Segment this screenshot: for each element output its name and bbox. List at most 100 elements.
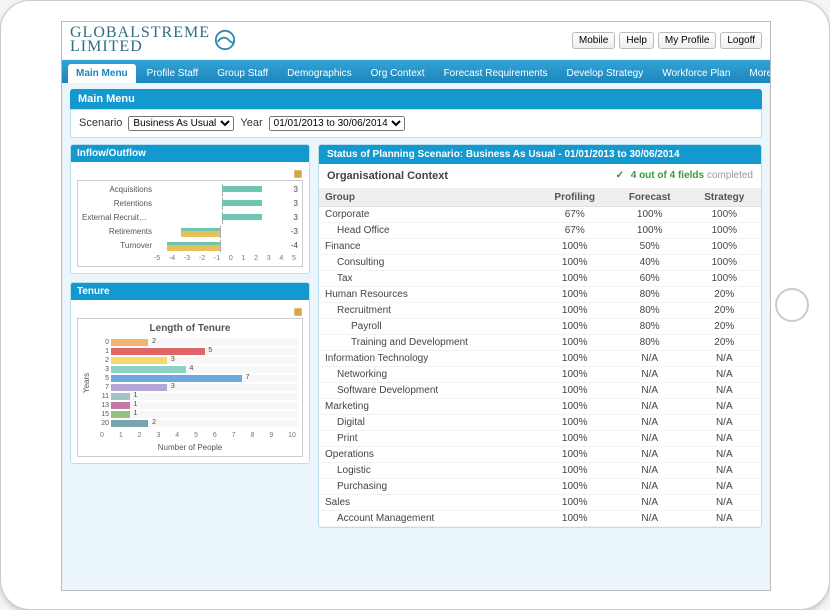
card-action-icon[interactable] [293, 169, 303, 179]
value-cell: N/A [612, 366, 688, 382]
table-row[interactable]: Digital100%N/AN/A [319, 414, 761, 430]
tenure-cat: 1 [95, 348, 109, 355]
status-title: Status of Planning Scenario: Business As… [319, 145, 761, 164]
year-select[interactable]: 01/01/2013 to 30/06/2014 [269, 116, 405, 131]
tab-group-staff[interactable]: Group Staff [209, 64, 276, 83]
tenure-row: 131 [95, 401, 298, 410]
group-cell: Account Management [319, 510, 538, 526]
main-tabs: Main MenuProfile StaffGroup StaffDemogra… [62, 60, 770, 83]
tenure-row: 15 [95, 347, 298, 356]
tab-develop-strategy[interactable]: Develop Strategy [559, 64, 652, 83]
header-btn-help[interactable]: Help [619, 32, 654, 49]
status-table: GroupProfilingForecastStrategy Corporate… [319, 189, 761, 527]
tab-demographics[interactable]: Demographics [279, 64, 359, 83]
header-btn-mobile[interactable]: Mobile [572, 32, 615, 49]
value-cell: 100% [538, 414, 612, 430]
tenure-row: 73 [95, 383, 298, 392]
value-cell: N/A [612, 382, 688, 398]
card-action-icon[interactable] [293, 307, 303, 317]
table-row[interactable]: Logistic100%N/AN/A [319, 462, 761, 478]
tab-workforce-plan[interactable]: Workforce Plan [654, 64, 738, 83]
page-title: Main Menu [70, 89, 762, 109]
inflow-outflow-card: Inflow/Outflow Acquisitions3Retentions3E… [70, 144, 310, 274]
value-cell: 80% [612, 286, 688, 302]
table-row[interactable]: Head Office67%100%100% [319, 222, 761, 238]
tenure-row: 34 [95, 365, 298, 374]
table-row[interactable]: Purchasing100%N/AN/A [319, 478, 761, 494]
value-cell: 100% [538, 350, 612, 366]
table-row[interactable]: Recruitment100%80%20% [319, 302, 761, 318]
value-cell: 80% [612, 318, 688, 334]
col-forecast: Forecast [612, 189, 688, 207]
tab-main-menu[interactable]: Main Menu [68, 64, 136, 83]
value-cell: 100% [688, 222, 761, 238]
status-progress: ✓ 4 out of 4 fields completed [616, 170, 753, 181]
value-cell: 100% [538, 478, 612, 494]
table-row[interactable]: Finance100%50%100% [319, 238, 761, 254]
scenario-select[interactable]: Business As Usual [128, 116, 234, 131]
year-label: Year [240, 117, 262, 129]
group-cell: Software Development [319, 382, 538, 398]
page-body: Main Menu Scenario Business As Usual Yea… [62, 83, 770, 590]
bar-label: Retentions [82, 199, 152, 208]
table-row[interactable]: Operations100%N/AN/A [319, 446, 761, 462]
value-cell: 20% [688, 318, 761, 334]
tenure-row: 02 [95, 338, 298, 347]
table-row[interactable]: Networking100%N/AN/A [319, 366, 761, 382]
group-cell: Human Resources [319, 286, 538, 302]
table-row[interactable]: Tax100%60%100% [319, 270, 761, 286]
value-cell: 50% [612, 238, 688, 254]
value-cell: 80% [612, 302, 688, 318]
group-cell: Sales [319, 494, 538, 510]
inflow-row: Retentions3 [82, 199, 298, 209]
group-cell: Information Technology [319, 350, 538, 366]
tab-profile-staff[interactable]: Profile Staff [139, 64, 207, 83]
inflow-row: Acquisitions3 [82, 185, 298, 195]
status-panel: Status of Planning Scenario: Business As… [318, 144, 762, 528]
bar-track [154, 228, 287, 236]
tenure-cat: 2 [95, 357, 109, 364]
table-row[interactable]: Account Management100%N/AN/A [319, 510, 761, 526]
brand-line2: LIMITED [70, 38, 143, 55]
group-cell: Head Office [319, 222, 538, 238]
value-cell: 100% [538, 318, 612, 334]
group-cell: Tax [319, 270, 538, 286]
scenario-label: Scenario [79, 117, 122, 129]
tablet-home-button[interactable] [775, 288, 809, 322]
bar-value: 3 [294, 213, 298, 222]
header-btn-my-profile[interactable]: My Profile [658, 32, 716, 49]
value-cell: 20% [688, 302, 761, 318]
value-cell: 100% [538, 334, 612, 350]
table-row[interactable]: Payroll100%80%20% [319, 318, 761, 334]
table-row[interactable]: Sales100%N/AN/A [319, 494, 761, 510]
status-subheader: Organisational Context ✓ 4 out of 4 fiel… [319, 164, 761, 189]
value-cell: N/A [688, 350, 761, 366]
tenure-cat: 15 [95, 411, 109, 418]
table-row[interactable]: Human Resources100%80%20% [319, 286, 761, 302]
tab-more-modules[interactable]: More Modules [741, 64, 771, 83]
bar-track [154, 242, 287, 250]
value-cell: 60% [612, 270, 688, 286]
table-row[interactable]: Training and Development100%80%20% [319, 334, 761, 350]
value-cell: N/A [688, 366, 761, 382]
value-cell: N/A [612, 350, 688, 366]
tenure-row: 23 [95, 356, 298, 365]
group-cell: Marketing [319, 398, 538, 414]
header-btn-logoff[interactable]: Logoff [720, 32, 762, 49]
table-row[interactable]: Marketing100%N/AN/A [319, 398, 761, 414]
value-cell: N/A [688, 414, 761, 430]
value-cell: 40% [612, 254, 688, 270]
table-row[interactable]: Consulting100%40%100% [319, 254, 761, 270]
tab-org-context[interactable]: Org Context [363, 64, 433, 83]
value-cell: N/A [688, 382, 761, 398]
bar-track [154, 186, 290, 194]
inflow-row: External Recruitment3 [82, 213, 298, 223]
tab-forecast-requirements[interactable]: Forecast Requirements [436, 64, 556, 83]
table-row[interactable]: Corporate67%100%100% [319, 206, 761, 222]
group-cell: Payroll [319, 318, 538, 334]
table-row[interactable]: Software Development100%N/AN/A [319, 382, 761, 398]
table-row[interactable]: Print100%N/AN/A [319, 430, 761, 446]
wave-icon [214, 29, 236, 51]
tenure-card: Tenure Length of Tenure Years 0215233457… [70, 282, 310, 464]
table-row[interactable]: Information Technology100%N/AN/A [319, 350, 761, 366]
